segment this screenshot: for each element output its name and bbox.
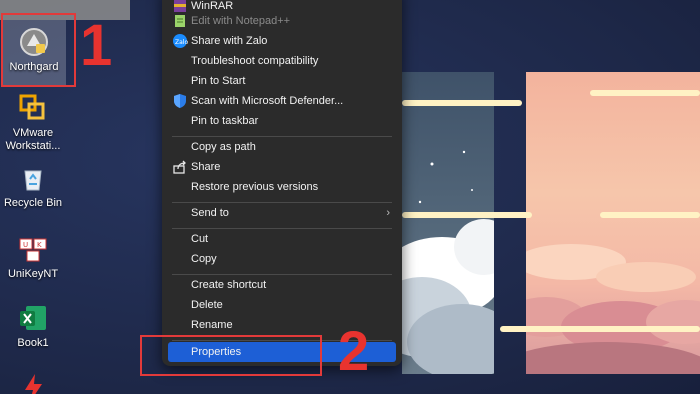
menu-item-share[interactable]: Share <box>168 157 396 177</box>
wallpaper-tape <box>500 326 700 332</box>
menu-item-troubleshoot-compatibility[interactable]: Troubleshoot compatibility <box>168 51 396 71</box>
svg-text:U: U <box>23 241 28 249</box>
chevron-right-icon: › <box>386 207 390 219</box>
menu-item-pin-to-taskbar[interactable]: Pin to taskbar <box>168 111 396 131</box>
desktop-icon-label: UniKeyNT <box>7 268 59 280</box>
menu-item-scan-defender[interactable]: Scan with Microsoft Defender... <box>168 91 396 111</box>
app-icon <box>25 374 42 394</box>
share-icon <box>173 160 186 174</box>
menu-item-cut[interactable]: Cut <box>168 229 396 249</box>
svg-text:K: K <box>37 241 42 249</box>
wallpaper-night-panel <box>402 72 494 374</box>
step2-number: 2 <box>338 319 370 382</box>
menu-item-copy[interactable]: Copy <box>168 249 396 269</box>
menu-item-restore-previous-versions[interactable]: Restore previous versions <box>168 177 396 197</box>
desktop: Northgard VMware Workstati... Recycle Bi… <box>0 0 700 394</box>
step1-highlight-box <box>1 13 76 87</box>
desktop-icon-recycle-bin[interactable]: Recycle Bin <box>0 162 66 210</box>
desktop-icon-vmware[interactable]: VMware Workstati... <box>0 92 66 153</box>
menu-item-edit-notepad-plus: Edit with Notepad++ <box>168 11 396 31</box>
menu-item-share-zalo[interactable]: Zalo Share with Zalo <box>168 31 396 51</box>
desktop-icon-label: Book1 <box>17 337 49 349</box>
defender-shield-icon <box>174 94 186 108</box>
wallpaper-tape <box>402 100 522 106</box>
excel-icon <box>20 306 46 330</box>
wallpaper-tape <box>402 212 532 218</box>
menu-item-copy-as-path[interactable]: Copy as path <box>168 137 396 157</box>
desktop-icon-label: Recycle Bin <box>3 197 63 209</box>
desktop-icon-unikey[interactable]: U K UniKeyNT <box>0 233 66 281</box>
menu-item-delete[interactable]: Delete <box>168 295 396 315</box>
step2-highlight-box <box>140 335 322 376</box>
step1-number: 1 <box>80 13 113 78</box>
night-clouds-illustration <box>402 150 494 374</box>
desktop-icon-label: VMware Workstati... <box>5 127 61 152</box>
menu-item-pin-to-start[interactable]: Pin to Start <box>168 71 396 91</box>
desktop-icon-app[interactable] <box>0 372 66 394</box>
context-menu: WinRAR Edit with Notepad++ Zalo Share wi… <box>162 0 402 366</box>
vmware-icon <box>19 94 45 120</box>
notepad-plus-icon <box>175 15 185 27</box>
wallpaper-tape <box>600 212 700 218</box>
desktop-icon-book1[interactable]: Book1 <box>0 302 66 350</box>
zalo-icon: Zalo <box>173 34 188 48</box>
menu-item-send-to[interactable]: Send to › <box>168 203 396 223</box>
svg-text:Zalo: Zalo <box>175 39 188 46</box>
wallpaper-tape <box>590 90 700 96</box>
menu-item-create-shortcut[interactable]: Create shortcut <box>168 275 396 295</box>
unikey-icon: U K <box>19 238 47 262</box>
recycle-bin-icon <box>24 170 42 191</box>
